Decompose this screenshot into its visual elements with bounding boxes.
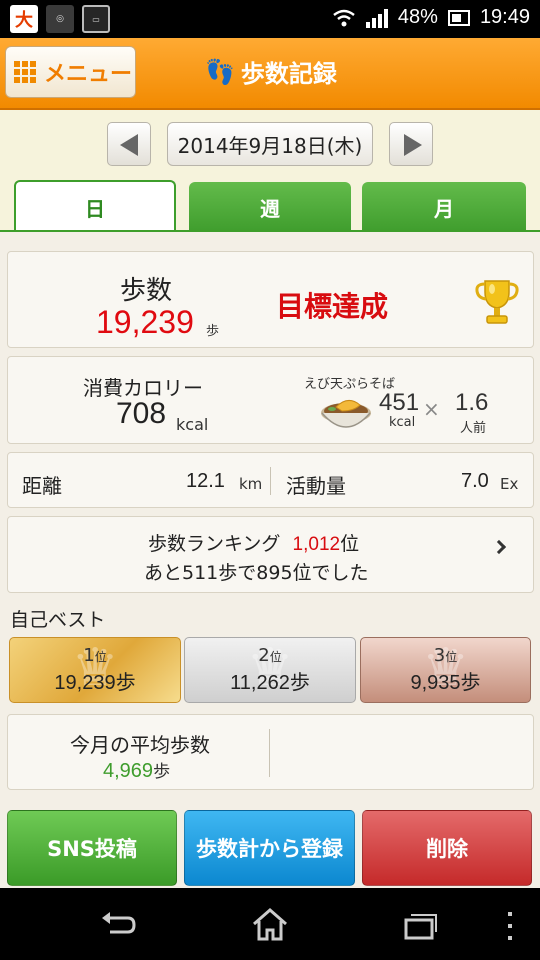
monthly-average-card: 今月の平均歩数 4,969歩 [7,714,534,790]
back-icon[interactable] [98,910,138,940]
battery-percent: 48% [397,6,438,28]
chevron-right-icon [491,539,507,555]
distance-value: 12.1 [186,470,225,492]
trophy-icon [475,280,519,324]
arrow-left-icon [120,134,138,156]
servings-unit: 人前 [460,421,487,436]
steps-unit: 歩 [206,324,220,339]
grid-menu-icon [14,61,36,83]
previous-date-button[interactable] [107,122,151,166]
monthly-average-value: 4,969歩 [103,760,171,782]
personal-best-2nd[interactable]: ♛ 2位 11,262歩 [184,637,356,703]
tempura-soba-bowl-icon [321,400,371,428]
best-rank: 1位 [83,645,107,666]
ranking-card[interactable]: 歩数ランキング 1,012位 あと511歩で895位でした [7,516,534,593]
header-title-group: 👣 歩数記録 [205,54,337,89]
multiply-sign: × [423,397,440,421]
wifi-icon [333,9,355,26]
tv-icon: ▭ [82,5,110,33]
ranking-prefix: 歩数ランキング [148,533,281,555]
distance-activity-card: 距離 12.1 km 活動量 7.0 Ex [7,452,534,508]
location-off-icon: ◎ [46,5,74,33]
ranking-suffix: 位 [340,533,360,555]
distance-label: 距離 [22,474,62,498]
food-kcal-unit: kcal [389,415,416,430]
divider [269,729,270,777]
ranking-next-goal: あと511歩で895位でした [144,562,369,584]
sns-post-button[interactable]: SNS投稿 [7,810,177,886]
tab-underline [0,230,540,232]
divider [270,467,271,495]
calories-card: 消費カロリー 708 kcal えび天ぷらそば 451 kcal × 1.6 人… [7,356,534,444]
overflow-menu-icon[interactable] [506,912,514,940]
personal-best-title: 自己ベスト [10,609,106,631]
date-display[interactable]: 2014年9月18日(木) [167,122,373,166]
next-date-button[interactable] [389,122,433,166]
tab-day[interactable]: 日 [14,180,176,232]
activity-unit: Ex [500,475,519,493]
delete-button[interactable]: 削除 [362,810,532,886]
steps-value: 19,239 [96,304,194,340]
best-steps: 19,239歩 [54,672,136,694]
ranking-line: 歩数ランキング 1,012位 [148,529,359,556]
ranking-number: 1,012 [292,534,341,555]
best-rank: 2位 [258,645,282,666]
personal-best-3rd[interactable]: ♛ 3位 9,935歩 [360,637,531,703]
calories-value: 708 [116,397,167,430]
arrow-right-icon [404,134,422,156]
servings-value: 1.6 [455,389,489,416]
app-header: メニュー 👣 歩数記録 [0,38,540,110]
distance-unit: km [239,475,263,493]
system-navigation-bar [0,888,540,960]
best-steps: 9,935歩 [410,672,481,694]
menu-button[interactable]: メニュー [5,46,136,98]
personal-best-1st[interactable]: ♛ 1位 19,239歩 [9,637,181,703]
signal-icon [365,8,388,28]
best-rank: 3位 [433,645,458,666]
food-kcal-value: 451 [379,389,420,416]
page-title: 歩数記録 [240,60,337,88]
battery-icon [447,9,470,26]
status-bar: 大 ◎ ▭ 48% 19:49 [0,0,540,38]
best-steps: 11,262歩 [230,672,310,694]
app-notification-icon: 大 [10,5,38,33]
tab-week[interactable]: 週 [189,182,351,232]
goal-achieved-label: 目標達成 [276,290,389,323]
recent-apps-icon[interactable] [402,910,438,940]
register-from-pedometer-button[interactable]: 歩数計から登録 [184,810,355,886]
steps-card: 歩数 19,239 歩 目標達成 [7,251,534,348]
menu-label: メニュー [44,62,133,87]
calories-unit: kcal [176,415,209,434]
activity-label: 活動量 [286,474,346,498]
home-icon[interactable] [250,906,290,942]
tab-month[interactable]: 月 [362,182,526,232]
clock: 19:49 [479,6,530,28]
footprints-icon: 👣 [205,57,235,86]
steps-label: 歩数 [120,276,173,306]
monthly-average-label: 今月の平均歩数 [70,733,210,757]
date-navigation: 2014年9月18日(木) 日 週 月 [0,110,540,232]
activity-value: 7.0 [461,470,489,492]
